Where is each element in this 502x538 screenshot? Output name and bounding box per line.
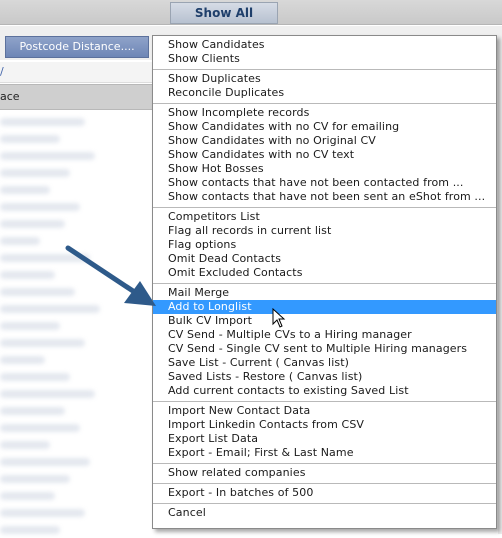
menu-item-bulk-cv-import[interactable]: Bulk CV Import [153,314,496,328]
menu-item-flag-options[interactable]: Flag options [153,238,496,252]
menu-item-omit-excluded-contacts[interactable]: Omit Excluded Contacts [153,266,496,280]
menu-item-competitors-list[interactable]: Competitors List [153,210,496,224]
blurred-row [0,335,152,351]
menu-item-show-related-companies[interactable]: Show related companies [153,466,496,480]
menu-group: Import New Contact Data Import Linkedin C… [153,401,496,463]
menu-item-show-candidates[interactable]: Show Candidates [153,38,496,52]
blurred-row [0,369,152,385]
scrollbar[interactable] [498,60,502,534]
blurred-row [0,454,152,470]
menu-item-show-candidates-with-no-cv-for-emailing[interactable]: Show Candidates with no CV for emailing [153,120,496,134]
column-header[interactable]: ace [0,84,152,110]
menu-item-add-to-longlist[interactable]: Add to Longlist [153,300,496,314]
menu-item-saved-lists-restore-canvas-list[interactable]: Saved Lists - Restore ( Canvas list) [153,370,496,384]
menu-group: Show Duplicates Reconcile Duplicates [153,69,496,103]
blurred-row [0,488,152,504]
menu-item-show-contacts-that-have-not-been-contacted-from[interactable]: Show contacts that have not been contact… [153,176,496,190]
menu-item-mail-merge[interactable]: Mail Merge [153,286,496,300]
menu-item-show-candidates-with-no-original-cv[interactable]: Show Candidates with no Original CV [153,134,496,148]
blurred-row [0,267,152,283]
menu-item-show-candidates-with-no-cv-text[interactable]: Show Candidates with no CV text [153,148,496,162]
menu-item-export-list-data[interactable]: Export List Data [153,432,496,446]
blurred-row [0,182,152,198]
menu-item-import-new-contact-data[interactable]: Import New Contact Data [153,404,496,418]
menu-group: Competitors List Flag all records in curr… [153,207,496,283]
chevron-icon: / [0,65,4,78]
blurred-row [0,318,152,334]
menu-item-cancel[interactable]: Cancel [153,506,496,520]
show-all-button[interactable]: Show All [170,2,278,24]
menu-item-show-hot-bosses[interactable]: Show Hot Bosses [153,162,496,176]
blurred-row [0,505,152,521]
blurred-row [0,165,152,181]
blurred-row [0,131,152,147]
menu-group: Show related companies [153,463,496,483]
blurred-row [0,471,152,487]
menu-item-show-incomplete-records[interactable]: Show Incomplete records [153,106,496,120]
column-header-label: ace [0,90,20,103]
blurred-row [0,403,152,419]
menu-group: Export - In batches of 500 [153,483,496,503]
menu-item-add-current-contacts-to-existing-saved-list[interactable]: Add current contacts to existing Saved L… [153,384,496,398]
blurred-row [0,386,152,402]
blurred-row [0,233,152,249]
menu-item-show-contacts-that-have-not-been-sent-an-eshot-from[interactable]: Show contacts that have not been sent an… [153,190,496,204]
blurred-row [0,148,152,164]
blurred-row [0,437,152,453]
menu-item-save-list-current-canvas-list[interactable]: Save List - Current ( Canvas list) [153,356,496,370]
menu-item-cv-send-single-cv-sent-to-multiple-hiring-managers[interactable]: CV Send - Single CV sent to Multiple Hir… [153,342,496,356]
menu-item-omit-dead-contacts[interactable]: Omit Dead Contacts [153,252,496,266]
blurred-row [0,284,152,300]
list-header: / [0,62,152,83]
blurred-row [0,522,152,538]
menu-item-show-duplicates[interactable]: Show Duplicates [153,72,496,86]
menu-group: Cancel [153,503,496,523]
blurred-row [0,114,152,130]
menu-group: Mail Merge Add to Longlist Bulk CV Import C… [153,283,496,401]
menu-group: Show Candidates Show Clients [153,36,496,69]
blurred-row [0,216,152,232]
menu-item-show-clients[interactable]: Show Clients [153,52,496,66]
context-menu: Show Candidates Show Clients Show Duplicat… [152,35,497,529]
blurred-row [0,301,152,317]
blurred-row [0,250,152,266]
postcode-distance-button[interactable]: Postcode Distance.... [5,36,149,58]
blurred-row [0,199,152,215]
blurred-row [0,352,152,368]
menu-item-import-linkedin-contacts-from-csv[interactable]: Import Linkedin Contacts from CSV [153,418,496,432]
menu-item-export-in-batches-of-500[interactable]: Export - In batches of 500 [153,486,496,500]
blurred-row [0,420,152,436]
menu-item-export-email-first-last-name[interactable]: Export - Email; First & Last Name [153,446,496,460]
menu-item-flag-all-records-in-current-list[interactable]: Flag all records in current list [153,224,496,238]
menu-group: Show Incomplete records Show Candidates w… [153,103,496,207]
menu-item-reconcile-duplicates[interactable]: Reconcile Duplicates [153,86,496,100]
menu-item-cv-send-multiple-cvs-to-a-hiring-manager[interactable]: CV Send - Multiple CVs to a Hiring manag… [153,328,496,342]
